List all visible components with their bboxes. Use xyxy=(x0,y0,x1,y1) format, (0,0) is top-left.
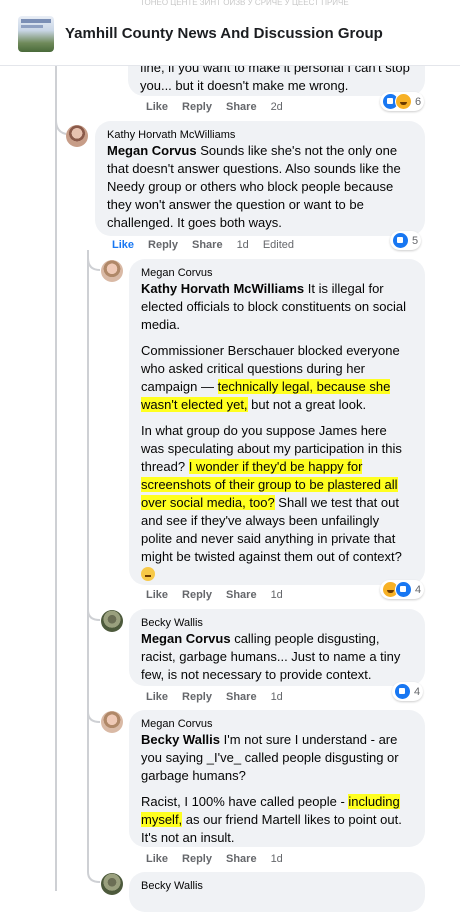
comment-paragraph: In what group do you suppose James here … xyxy=(141,422,413,584)
reaction-summary[interactable]: 5 xyxy=(390,231,422,250)
comment-text: Becky Wallis I'm not sure I understand -… xyxy=(141,731,413,847)
like-link[interactable]: Like xyxy=(146,691,168,703)
comment-text: Megan Corvus Sounds like she's not the o… xyxy=(107,142,413,232)
comment-author[interactable]: Megan Corvus xyxy=(141,266,413,280)
timestamp[interactable]: 1d xyxy=(271,853,283,865)
faded-text: ТОНЕО ЦЕНТЕ ЗИНТ ОИЗВ У СРИЧЕ У ЦЕЕСТ ПР… xyxy=(140,0,349,6)
comment-paragraph: Megan Corvus Sounds like she's not the o… xyxy=(107,142,413,232)
like-reaction-icon xyxy=(392,232,409,249)
reaction-count: 6 xyxy=(415,95,422,108)
comment-author[interactable]: Megan Corvus xyxy=(141,717,413,731)
timestamp[interactable]: 2d xyxy=(271,101,283,113)
like-link[interactable]: Like xyxy=(146,589,168,601)
comment-actions: Like Reply Share 1d Edited xyxy=(112,239,308,251)
comment-paragraph: Megan Corvus calling people disgusting, … xyxy=(141,630,413,684)
edited-label: Edited xyxy=(262,239,295,251)
timestamp[interactable]: 1d xyxy=(237,239,249,251)
like-reaction-icon xyxy=(394,683,411,700)
avatar[interactable] xyxy=(101,260,123,282)
avatar[interactable] xyxy=(66,125,88,147)
comment-actions: Like Reply Share 2d xyxy=(146,101,297,113)
comment-actions: Like Reply Share 1d xyxy=(146,589,297,601)
comment-author[interactable]: Kathy Horvath McWilliams xyxy=(107,128,413,142)
reaction-count: 4 xyxy=(415,583,422,596)
reply-link[interactable]: Reply xyxy=(182,691,212,703)
mention-link[interactable]: Megan Corvus xyxy=(107,143,197,158)
comment-text: Megan Corvus calling people disgusting, … xyxy=(141,630,413,684)
comment-bubble: Megan Corvus Kathy Horvath McWilliams It… xyxy=(129,259,425,585)
group-cover-thumbnail[interactable] xyxy=(18,16,54,52)
mention-link[interactable]: Becky Wallis xyxy=(141,732,220,747)
like-link[interactable]: Like xyxy=(112,239,134,251)
reply-link[interactable]: Reply xyxy=(148,239,178,251)
share-link[interactable]: Share xyxy=(226,101,257,113)
comment-paragraph: Becky Wallis I'm not sure I understand -… xyxy=(141,731,413,785)
like-link[interactable]: Like xyxy=(146,853,168,865)
comment-actions: Like Reply Share 1d xyxy=(146,691,297,703)
text-segment: but not a great look. xyxy=(247,397,367,412)
comment-author[interactable]: Becky Wallis xyxy=(141,616,413,630)
comment-paragraph: Kathy Horvath McWilliams It is illegal f… xyxy=(141,280,413,334)
share-link[interactable]: Share xyxy=(226,589,257,601)
thinking-emoji-icon xyxy=(141,567,155,581)
reply-link[interactable]: Reply xyxy=(182,589,212,601)
comment-bubble: Becky Wallis xyxy=(129,872,425,912)
reaction-summary[interactable]: 4 xyxy=(392,682,424,701)
share-link[interactable]: Share xyxy=(192,239,223,251)
avatar[interactable] xyxy=(101,610,123,632)
reply-link[interactable]: Reply xyxy=(182,853,212,865)
mention-link[interactable]: Kathy Horvath McWilliams xyxy=(141,281,304,296)
group-title[interactable]: Yamhill County News And Discussion Group xyxy=(65,25,383,42)
timestamp[interactable]: 1d xyxy=(271,589,283,601)
share-link[interactable]: Share xyxy=(226,691,257,703)
comment-bubble: Becky Wallis Megan Corvus calling people… xyxy=(129,609,425,686)
mention-link[interactable]: Megan Corvus xyxy=(141,631,231,646)
reaction-summary[interactable]: 4 xyxy=(380,580,425,599)
share-link[interactable]: Share xyxy=(226,853,257,865)
timestamp[interactable]: 1d xyxy=(271,691,283,703)
haha-reaction-icon xyxy=(395,93,412,110)
comment-actions: Like Reply Share 1d xyxy=(146,853,297,865)
avatar[interactable] xyxy=(101,873,123,895)
comment-bubble: Kathy Horvath McWilliams Megan Corvus So… xyxy=(95,121,425,236)
comment-text: Kathy Horvath McWilliams It is illegal f… xyxy=(141,280,413,584)
like-reaction-icon xyxy=(395,581,412,598)
reaction-summary[interactable]: 6 xyxy=(380,92,425,111)
avatar[interactable] xyxy=(101,711,123,733)
text-segment: Racist, I 100% have called people - xyxy=(141,794,349,809)
group-header: ТОНЕО ЦЕНТЕ ЗИНТ ОИЗВ У СРИЧЕ У ЦЕЕСТ ПР… xyxy=(0,0,460,66)
reaction-count: 4 xyxy=(414,685,421,698)
comment-bubble: Megan Corvus Becky Wallis I'm not sure I… xyxy=(129,710,425,847)
like-link[interactable]: Like xyxy=(146,101,168,113)
comment-paragraph: Commissioner Berschauer blocked everyone… xyxy=(141,342,413,414)
reply-link[interactable]: Reply xyxy=(182,101,212,113)
reaction-count: 5 xyxy=(412,234,419,247)
comment-paragraph: Racist, I 100% have called people - incl… xyxy=(141,793,413,847)
